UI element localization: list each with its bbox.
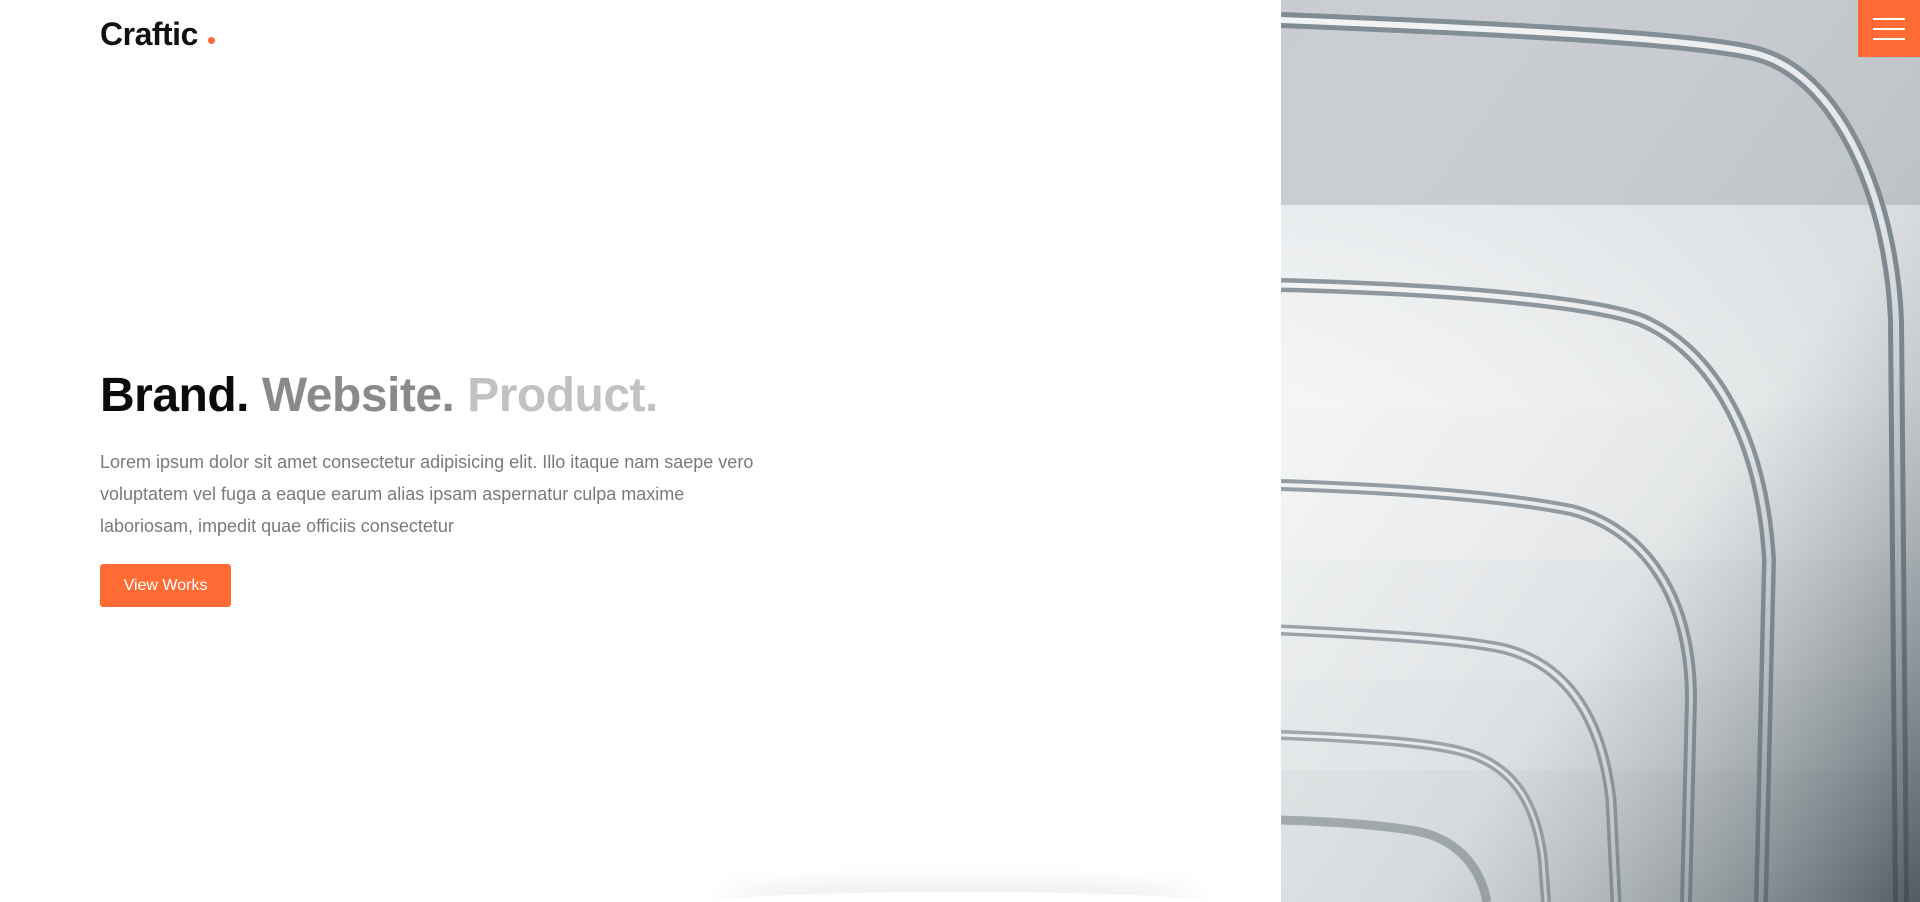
menu-toggle-button[interactable] — [1858, 0, 1920, 57]
hero-section: Brand. Website. Product. Lorem ipsum dol… — [100, 366, 760, 607]
bottom-shadow — [720, 892, 1200, 902]
logo-dot-icon — [207, 37, 215, 44]
logo[interactable]: Craftic — [100, 16, 215, 53]
hero-intro-text: Lorem ipsum dolor sit amet consectetur a… — [100, 452, 754, 536]
hamburger-menu-icon — [1873, 37, 1905, 40]
hamburger-menu-icon — [1873, 27, 1905, 30]
logo-text: Craftic — [100, 16, 198, 52]
headline-website: Website. — [261, 369, 455, 422]
headline-product: Product. — [467, 369, 658, 422]
architecture-image — [1281, 0, 1920, 902]
hamburger-menu-icon — [1873, 17, 1905, 20]
architecture-curves-graphic — [1281, 0, 1920, 902]
view-works-button[interactable]: View Works — [100, 564, 231, 607]
headline-brand: Brand. — [100, 369, 250, 422]
page: Craftic Brand. Website. Product. Lorem i… — [0, 0, 1920, 902]
hero-headline: Brand. Website. Product. — [100, 366, 760, 426]
